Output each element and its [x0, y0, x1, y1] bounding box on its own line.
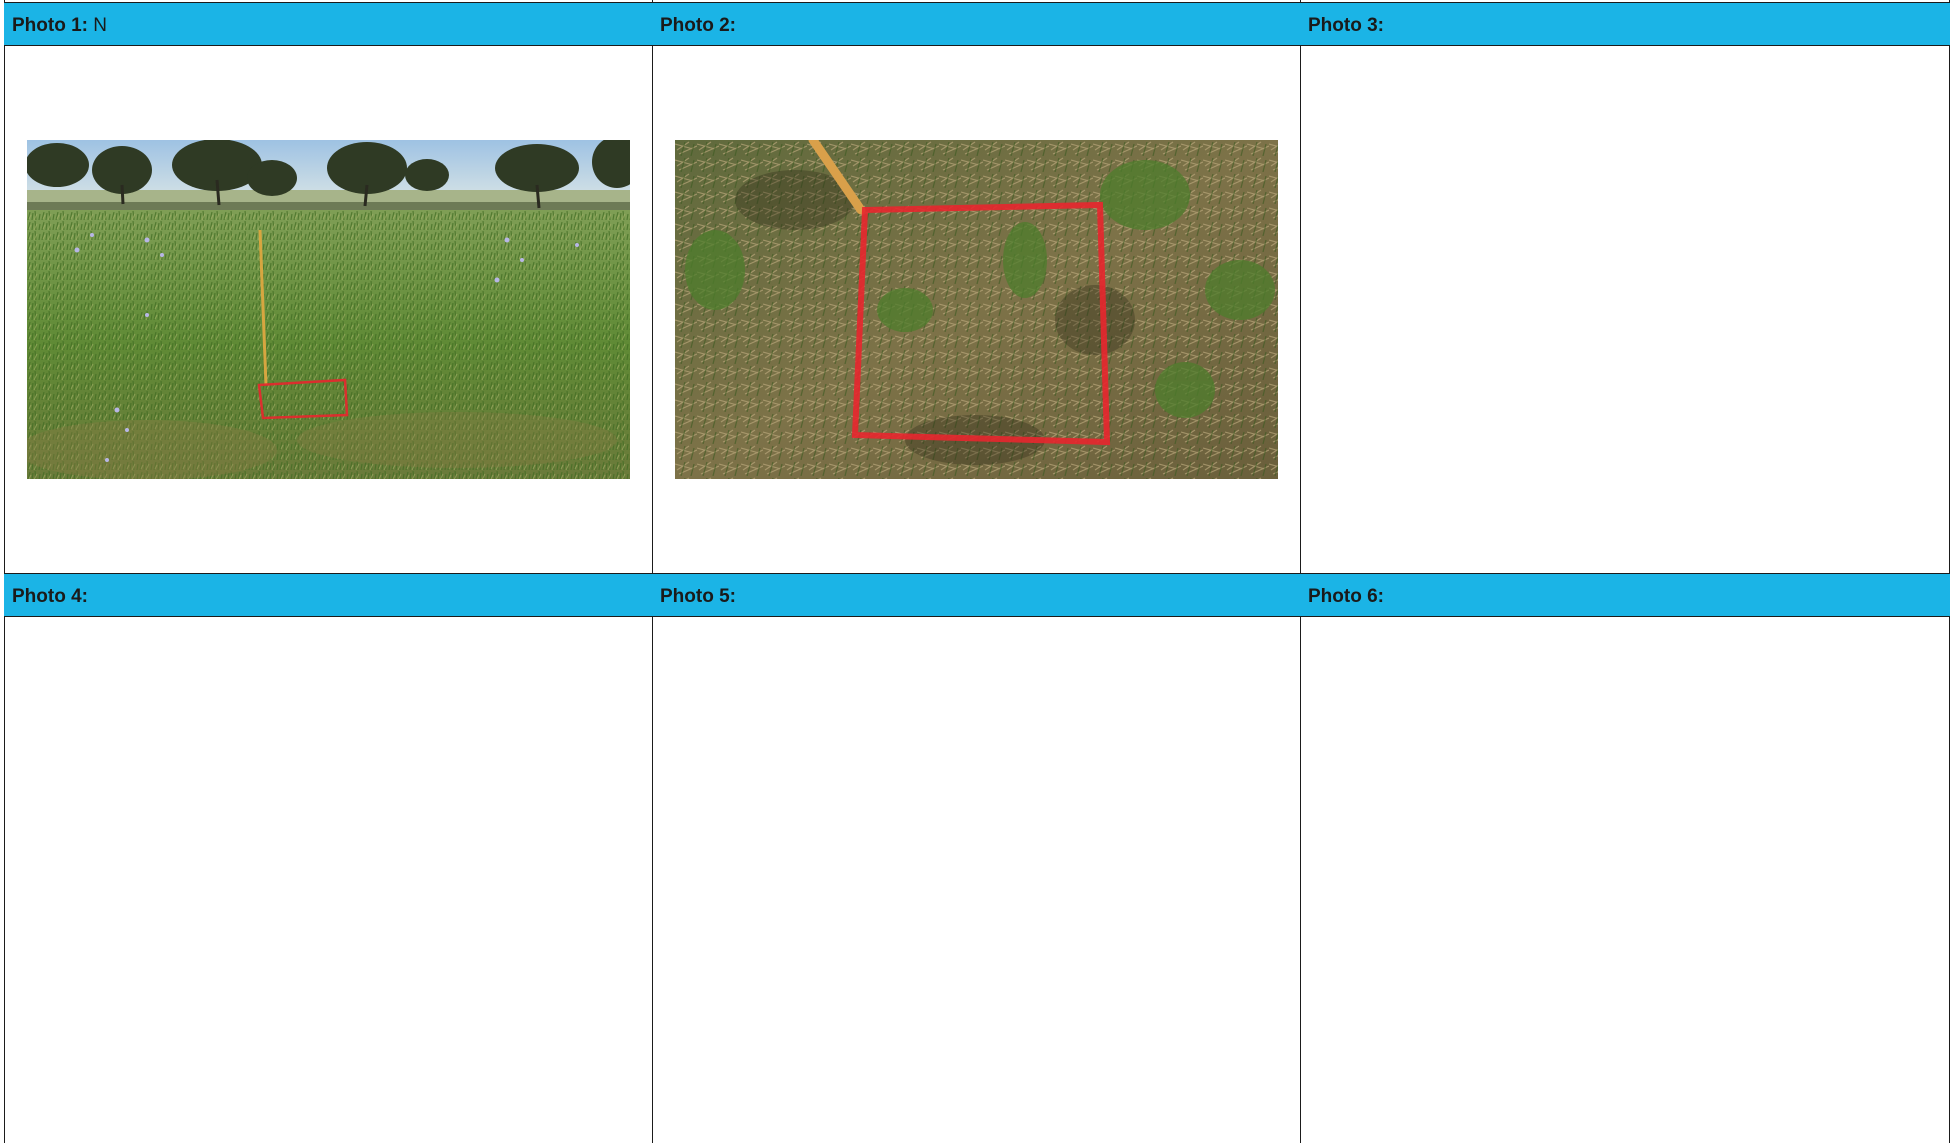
- photo-6-header: Photo 6:: [1300, 573, 1950, 617]
- photo-5-header: Photo 5:: [652, 573, 1301, 617]
- photo-4-label: Photo 4:: [12, 586, 88, 608]
- photo-1-note: N: [93, 15, 108, 36]
- pasture-with-quadrat-photo: [27, 140, 630, 479]
- photo-5-title: Photo 5:: [660, 586, 736, 607]
- photo-1-header: Photo 1: N: [4, 2, 653, 46]
- photo-1-label: Photo 1: N: [12, 15, 107, 37]
- photo-2-title: Photo 2:: [660, 15, 736, 36]
- quadrat-closeup-photo: [675, 140, 1278, 479]
- photo-4-header: Photo 4:: [4, 573, 653, 617]
- photo-3-title: Photo 3:: [1308, 15, 1384, 36]
- photo-3-header: Photo 3:: [1300, 2, 1950, 46]
- photo-2-image: [675, 140, 1278, 479]
- photo-2-header: Photo 2:: [652, 2, 1301, 46]
- photo-2-label: Photo 2:: [660, 15, 736, 37]
- photo-6-title: Photo 6:: [1308, 586, 1384, 607]
- grid-line: [4, 0, 5, 1143]
- grid-line: [1300, 0, 1301, 1143]
- photo-4-title: Photo 4:: [12, 586, 88, 607]
- photo-5-label: Photo 5:: [660, 586, 736, 608]
- photo-6-label: Photo 6:: [1308, 586, 1384, 608]
- photo-1-image: [27, 140, 630, 479]
- grid-line: [1949, 0, 1950, 1143]
- grid-line: [652, 0, 653, 1143]
- photo-grid: Photo 1: N Photo 2: Photo 3: Photo 4: Ph…: [4, 0, 1954, 1143]
- photo-3-label: Photo 3:: [1308, 15, 1384, 37]
- photo-1-title: Photo 1:: [12, 15, 88, 36]
